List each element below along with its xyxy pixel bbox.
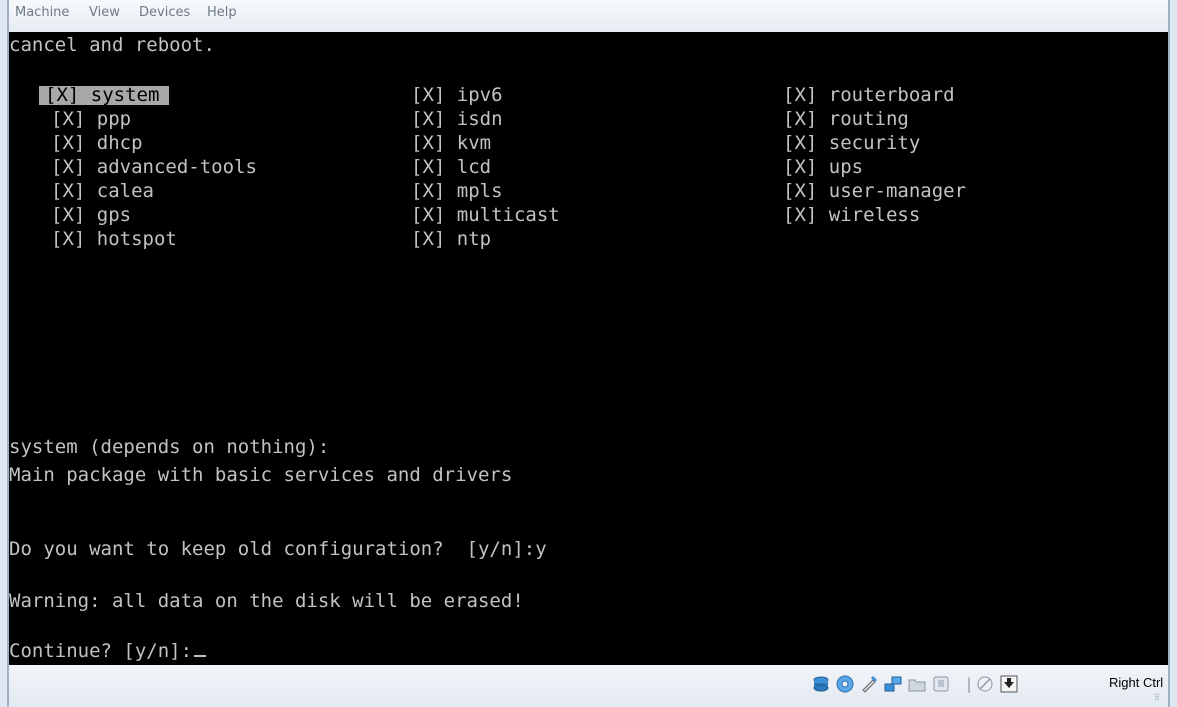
package-ntp: [X] ntp: [411, 228, 492, 250]
package-ipv6: [X] ipv6: [411, 84, 503, 106]
package-routerboard: [X] routerboard: [783, 84, 955, 106]
mouse-integration-icon[interactable]: [975, 674, 995, 694]
package-lcd: [X] lcd: [411, 156, 492, 178]
virtualization-icon[interactable]: [931, 674, 951, 694]
package-dhcp: [X] dhcp: [51, 132, 143, 154]
package-mpls: [X] mpls: [411, 180, 503, 202]
continue-prompt: Continue? [y/n]:: [9, 640, 193, 662]
window-frame-right: [1168, 0, 1177, 707]
text-cursor: [194, 655, 207, 657]
package-security: [X] security: [783, 132, 921, 154]
menu-view[interactable]: View: [87, 5, 122, 20]
package-kvm: [X] kvm: [411, 132, 492, 154]
package-ppp: [X] ppp: [51, 108, 132, 130]
package-hotspot: [X] hotspot: [51, 228, 177, 250]
package-system-selected: [X] system: [39, 86, 170, 105]
package-gps: [X] gps: [51, 204, 132, 226]
continue-prompt-line[interactable]: Continue? [y/n]:: [9, 640, 207, 662]
window-frame-left: [0, 0, 9, 707]
package-user-manager: [X] user-manager: [783, 180, 967, 202]
package-description-body: Main package with basic services and dri…: [9, 464, 513, 486]
network-icon[interactable]: [883, 674, 903, 694]
usb-icon[interactable]: [859, 674, 879, 694]
virtualbox-window: Machine View Devices Help cancel and reb…: [0, 0, 1177, 707]
host-key-label: Right Ctrl: [1109, 675, 1164, 690]
cd-dvd-icon[interactable]: [835, 674, 855, 694]
console-header-line: cancel and reboot.: [9, 34, 215, 56]
package-multicast: [X] multicast: [411, 204, 560, 226]
resize-grip-icon[interactable]: ⠿: [1154, 693, 1162, 702]
hard-disk-icon[interactable]: [811, 674, 831, 694]
package-calea: [X] calea: [51, 180, 154, 202]
package-isdn: [X] isdn: [411, 108, 503, 130]
package-wireless: [X] wireless: [783, 204, 921, 226]
menu-help[interactable]: Help: [205, 5, 239, 20]
keep-config-prompt: Do you want to keep old configuration? […: [9, 538, 547, 560]
disk-erase-warning: Warning: all data on the disk will be er…: [9, 590, 524, 612]
package-description-title: system (depends on nothing):: [9, 436, 330, 458]
vm-console-screen[interactable]: cancel and reboot. [X] system [X] ppp [X…: [9, 32, 1168, 665]
menu-devices[interactable]: Devices: [137, 5, 192, 20]
package-ups: [X] ups: [783, 156, 864, 178]
menu-bar: Machine View Devices Help: [9, 0, 1168, 33]
package-advanced-tools: [X] advanced-tools: [51, 156, 257, 178]
menu-machine[interactable]: Machine: [13, 5, 71, 20]
package-routing: [X] routing: [783, 108, 909, 130]
status-bar: | Right Ctrl ⠿: [9, 665, 1168, 707]
host-key-arrow-icon[interactable]: [999, 674, 1019, 694]
shared-folders-icon[interactable]: [907, 674, 927, 694]
